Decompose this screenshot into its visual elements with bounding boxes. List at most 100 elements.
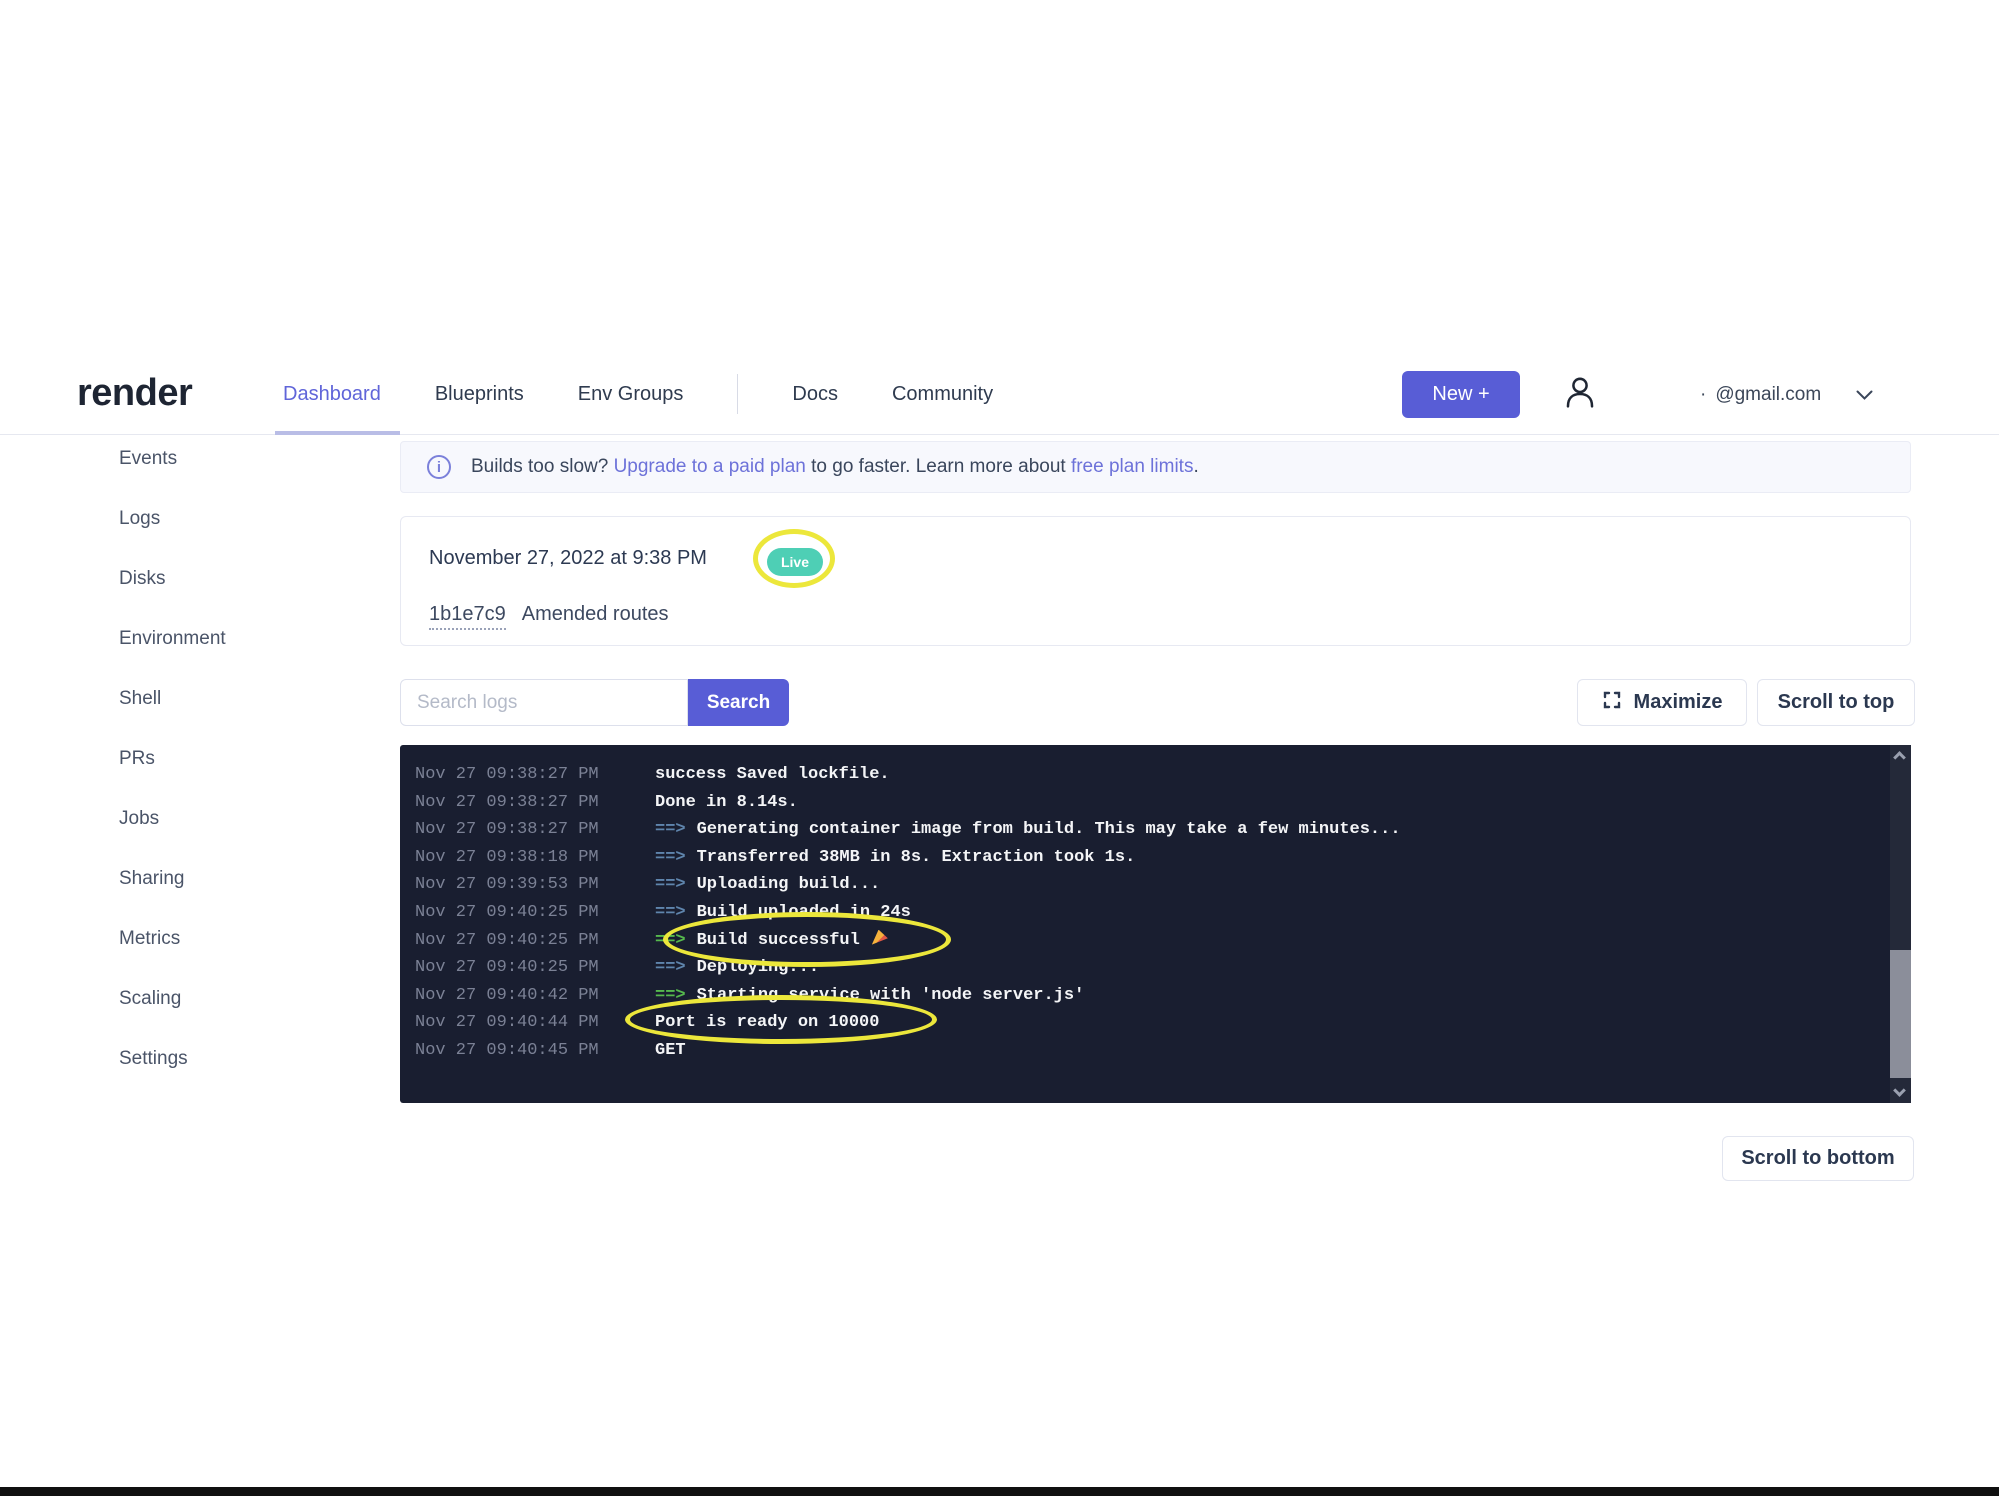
upgrade-plan-link[interactable]: Upgrade to a paid plan [614, 456, 806, 477]
log-message-wrap: ==>Deploying... [655, 958, 819, 977]
log-message-wrap: success Saved lockfile. [655, 765, 890, 784]
log-timestamp: Nov 27 09:40:42 PM [415, 982, 655, 1010]
log-timestamp: Nov 27 09:40:25 PM [415, 954, 655, 982]
sidebar-item[interactable]: Scaling [119, 987, 339, 1011]
scrollbar-up-arrow-icon[interactable] [1893, 751, 1906, 764]
new-button[interactable]: New + [1402, 371, 1520, 418]
sidebar-item[interactable]: Sharing [119, 867, 339, 891]
maximize-button[interactable]: Maximize [1577, 679, 1747, 726]
active-tab-indicator [275, 431, 400, 435]
log-arrow: ==> [655, 875, 686, 894]
log-message-wrap: ==> Transferred 38MB in 8s. Extraction to… [655, 848, 1135, 867]
log-message-wrap: Done in 8.14s. [655, 793, 798, 812]
sidebar-item[interactable]: Disks [119, 567, 339, 591]
render-dashboard-page: render Dashboard Blueprints Env Groups D… [0, 0, 1999, 1500]
upgrade-banner: i Builds too slow? Upgrade to a paid pla… [400, 441, 1911, 493]
log-message-wrap: ==> Uploading build... [655, 875, 880, 894]
terminal-scrollbar[interactable] [1890, 745, 1911, 1103]
log-arrow: ==> [655, 931, 686, 950]
log-message: Starting service with 'node server.js' [697, 986, 1085, 1005]
banner-text-before: Builds too slow? [471, 456, 614, 477]
scrollbar-down-arrow-icon[interactable] [1893, 1084, 1906, 1097]
search-logs-input[interactable] [400, 679, 688, 726]
nav-item[interactable]: Community [892, 383, 993, 406]
log-timestamp: Nov 27 09:40:25 PM [415, 899, 655, 927]
bottom-bar [0, 1487, 1999, 1496]
log-timestamp: Nov 27 09:39:53 PM [415, 871, 655, 899]
sidebar-item[interactable]: Logs [119, 507, 339, 531]
log-arrow: ==> [655, 820, 686, 839]
deploy-date: November 27, 2022 at 9:38 PM [429, 547, 707, 570]
log-message-wrap: ==> Build successful [655, 931, 888, 950]
log-timestamp: Nov 27 09:40:45 PM [415, 1037, 655, 1065]
render-logo[interactable]: render [77, 372, 192, 415]
scroll-to-bottom-button[interactable]: Scroll to bottom [1722, 1136, 1914, 1181]
deploy-card: November 27, 2022 at 9:38 PM Live 1b1e7c… [400, 516, 1911, 646]
service-sidebar: Events Logs Disks Environment Shell PRs … [119, 447, 339, 1107]
log-message: Port is ready on 10000 [655, 1013, 879, 1032]
maximize-icon [1602, 690, 1622, 716]
commit-hash[interactable]: 1b1e7c9 [429, 603, 506, 630]
live-status-badge: Live [767, 548, 823, 576]
account-email: @gmail.com [1715, 384, 1821, 406]
user-avatar-icon[interactable] [1558, 372, 1602, 416]
info-icon: i [427, 455, 451, 479]
log-message: Uploading build... [697, 875, 881, 894]
log-message: GET [655, 1041, 686, 1060]
log-line: Nov 27 09:38:27 PMsuccess Saved lockfile… [415, 761, 1881, 789]
nav-divider [737, 374, 738, 414]
account-prefix-dot: · [1700, 384, 1706, 406]
log-message-wrap: ==> Starting service with 'node server.js… [655, 986, 1084, 1005]
free-plan-limits-link[interactable]: free plan limits [1071, 456, 1194, 477]
log-message-wrap: ==> Build uploaded in 24s [655, 903, 911, 922]
commit-row: 1b1e7c9 Amended routes [429, 603, 669, 630]
log-arrow: ==> [655, 848, 686, 867]
log-timestamp: Nov 27 09:38:27 PM [415, 816, 655, 844]
log-line: Nov 27 09:40:25 PM==>Build successful [415, 927, 1881, 955]
log-message: Transferred 38MB in 8s. Extraction took … [697, 848, 1136, 867]
scroll-to-top-button[interactable]: Scroll to top [1757, 679, 1915, 726]
nav-group-left: Dashboard Blueprints Env Groups [283, 383, 683, 406]
log-message: Done in 8.14s. [655, 793, 798, 812]
log-terminal[interactable]: Nov 27 09:38:27 PMsuccess Saved lockfile… [400, 745, 1911, 1103]
banner-text: Builds too slow? Upgrade to a paid plan … [471, 456, 1199, 478]
sidebar-item[interactable]: Settings [119, 1047, 339, 1071]
sidebar-item[interactable]: Jobs [119, 807, 339, 831]
log-timestamp: Nov 27 09:38:18 PM [415, 844, 655, 872]
maximize-label: Maximize [1634, 691, 1723, 714]
log-line: Nov 27 09:40:45 PMGET [415, 1037, 1881, 1065]
log-line: Nov 27 09:39:53 PM==> Uploading build... [415, 871, 1881, 899]
log-line: Nov 27 09:38:27 PM==>Generating containe… [415, 816, 1881, 844]
sidebar-item[interactable]: Metrics [119, 927, 339, 951]
nav-item[interactable]: Docs [792, 383, 838, 406]
log-line: Nov 27 09:40:25 PM==>Deploying... [415, 954, 1881, 982]
nav-group-right: Docs Community [792, 383, 993, 406]
log-message: Build successful [697, 931, 860, 950]
log-timestamp: Nov 27 09:38:27 PM [415, 789, 655, 817]
log-timestamp: Nov 27 09:38:27 PM [415, 761, 655, 789]
top-nav: Dashboard Blueprints Env Groups Docs Com… [283, 369, 993, 419]
nav-item[interactable]: Env Groups [578, 383, 684, 406]
log-line: Nov 27 09:38:27 PMDone in 8.14s. [415, 789, 1881, 817]
banner-text-after: . [1193, 456, 1198, 477]
log-arrow: ==> [655, 958, 686, 977]
log-message-wrap: GET [655, 1041, 686, 1060]
log-arrow: ==> [655, 986, 686, 1005]
nav-item[interactable]: Dashboard [283, 383, 381, 406]
sidebar-item[interactable]: Shell [119, 687, 339, 711]
log-message: success Saved lockfile. [655, 765, 890, 784]
search-button[interactable]: Search [688, 679, 789, 726]
log-lines: Nov 27 09:38:27 PMsuccess Saved lockfile… [400, 745, 1911, 1065]
log-line: Nov 27 09:40:44 PMPort is ready on 10000 [415, 1009, 1881, 1037]
log-message: Build uploaded in 24s [697, 903, 911, 922]
log-arrow: ==> [655, 903, 686, 922]
log-line: Nov 27 09:40:25 PM==> Build uploaded in 2… [415, 899, 1881, 927]
sidebar-item[interactable]: PRs [119, 747, 339, 771]
nav-item[interactable]: Blueprints [435, 383, 524, 406]
banner-text-mid: to go faster. Learn more about [806, 456, 1071, 477]
sidebar-item[interactable]: Environment [119, 627, 339, 651]
sidebar-item[interactable]: Events [119, 447, 339, 471]
account-menu[interactable]: · @gmail.com [1700, 382, 1873, 407]
chevron-down-icon [1856, 385, 1873, 407]
scrollbar-thumb[interactable] [1890, 950, 1911, 1078]
